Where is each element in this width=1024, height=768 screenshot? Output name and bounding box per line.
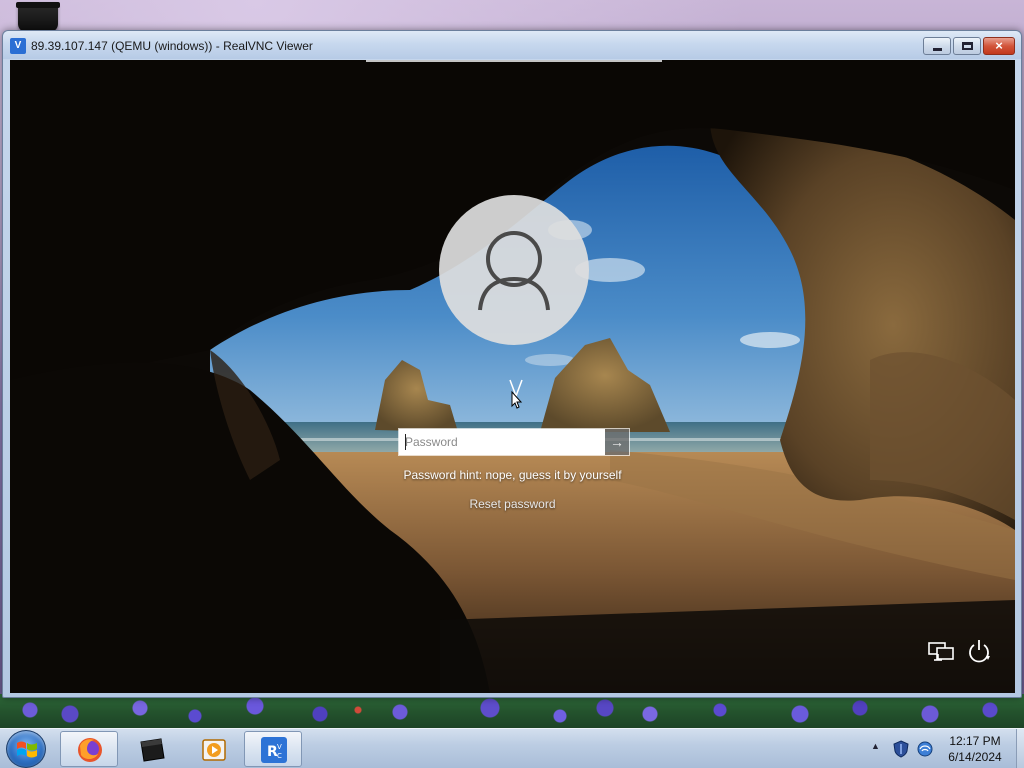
user-avatar-icon — [478, 231, 550, 311]
title-bar[interactable]: V 89.39.107.147 (QEMU (windows)) - RealV… — [3, 31, 1021, 59]
password-field-group: → — [398, 428, 630, 456]
clock-date: 6/14/2024 — [948, 750, 1002, 764]
media-player-icon — [202, 739, 226, 761]
close-button[interactable]: × — [983, 37, 1015, 55]
window-controls: × — [923, 37, 1015, 55]
maximize-button[interactable] — [953, 37, 981, 55]
maximize-icon — [962, 42, 973, 50]
show-desktop-button[interactable] — [1016, 729, 1024, 768]
user-avatar — [439, 195, 589, 345]
realvnc-icon: V — [10, 38, 26, 54]
taskbar-firefox-button[interactable] — [60, 731, 118, 767]
taskbar: R V C ▲ 12:17 PM 6/14/2024 — [0, 728, 1024, 768]
password-input[interactable] — [399, 429, 605, 455]
power-icon[interactable] — [966, 638, 992, 664]
windows-start-icon — [17, 741, 37, 758]
remote-desktop-view[interactable]: → Password hint: nope, guess it by yours… — [10, 60, 1015, 693]
network-status-icon[interactable] — [916, 740, 934, 758]
mouse-cursor-icon — [509, 379, 523, 409]
start-button[interactable] — [6, 730, 46, 768]
realvnc-icon: R V C — [261, 737, 287, 763]
clock-time: 12:17 PM — [949, 734, 1001, 748]
terminal-icon — [140, 738, 165, 762]
desktop-shortcut-icon[interactable] — [16, 2, 60, 32]
tray-overflow-button[interactable]: ▲ — [871, 741, 880, 751]
firefox-icon — [78, 738, 102, 762]
vnc-viewer-window: V 89.39.107.147 (QEMU (windows)) - RealV… — [2, 30, 1022, 698]
close-icon: × — [995, 38, 1003, 53]
taskbar-terminal-button[interactable] — [122, 731, 180, 767]
password-hint: Password hint: nope, guess it by yoursel… — [403, 468, 622, 482]
wallpaper-flowers — [0, 694, 1024, 728]
svg-text:V: V — [277, 743, 282, 751]
svg-text:C: C — [277, 752, 282, 760]
progress-indicator — [366, 60, 662, 62]
submit-button[interactable]: → — [605, 429, 629, 455]
lock-screen-background — [10, 60, 1015, 693]
system-clock[interactable]: 12:17 PM 6/14/2024 — [936, 733, 1014, 765]
network-icon[interactable] — [928, 640, 954, 664]
taskbar-realvnc-button[interactable]: R V C — [244, 731, 302, 767]
minimize-button[interactable] — [923, 37, 951, 55]
taskbar-media-player-button[interactable] — [184, 731, 242, 767]
window-title: 89.39.107.147 (QEMU (windows)) - RealVNC… — [31, 39, 313, 53]
text-caret — [405, 434, 406, 450]
security-shield-icon[interactable] — [893, 740, 909, 758]
minimize-icon — [933, 48, 942, 51]
reset-password-link[interactable]: Reset password — [10, 497, 1015, 511]
